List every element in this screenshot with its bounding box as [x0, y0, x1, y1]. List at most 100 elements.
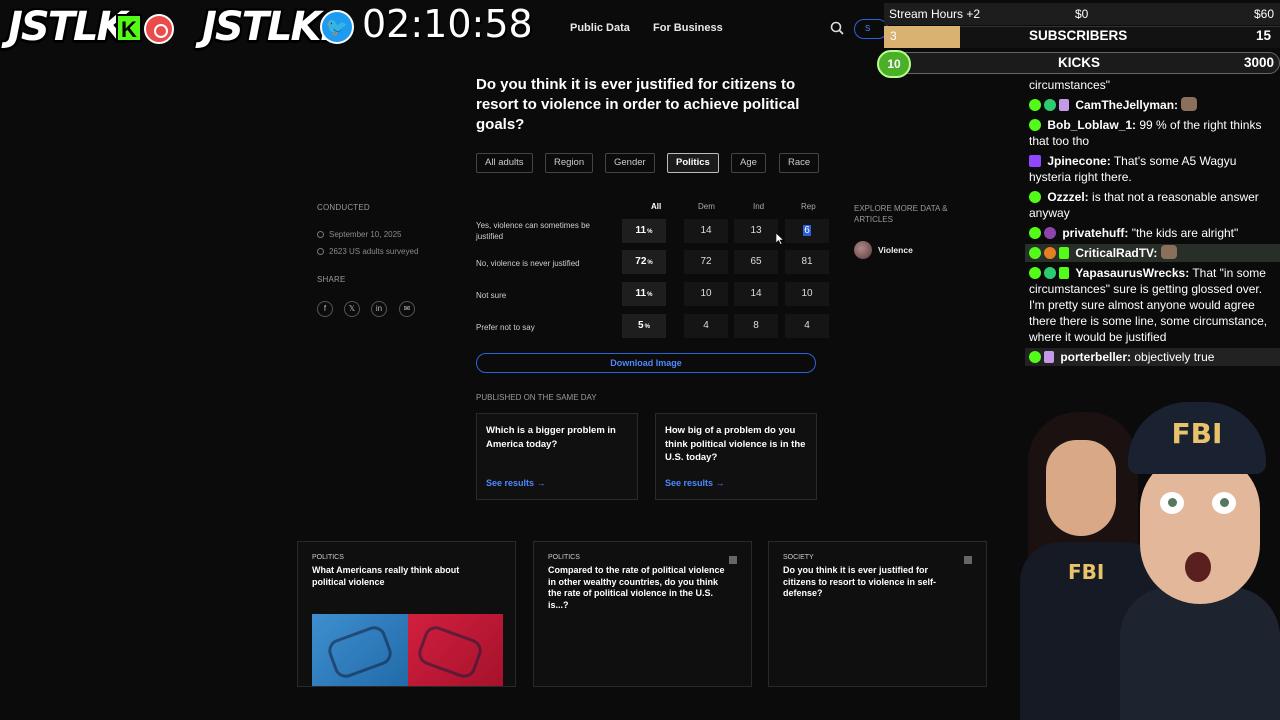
avatar-mouth [1185, 552, 1211, 582]
channel-logo-secondary: JSTLK. [202, 4, 335, 50]
card-title: Which is a bigger problem in America tod… [486, 425, 616, 450]
stream-hours-max: $60 [1254, 7, 1275, 21]
topic-avatar [854, 241, 872, 259]
article-card[interactable]: POLITICS Compared to the rate of politic… [533, 541, 752, 687]
facebook-icon[interactable]: f [317, 301, 333, 317]
nav-for-business[interactable]: For Business [653, 22, 723, 34]
tab-region[interactable]: Region [545, 153, 594, 173]
kicks-goal: 3000 [1244, 55, 1275, 70]
tab-gender[interactable]: Gender [605, 153, 655, 173]
table-cell: 11% [622, 282, 666, 306]
fbi-cap: FBI [1128, 402, 1266, 474]
see-results-link[interactable]: See results → [486, 478, 546, 488]
row-label: Prefer not to say [476, 323, 535, 332]
table-cell: 11% [622, 219, 666, 243]
bookmark-icon[interactable] [964, 556, 972, 564]
table-cell: 10 [684, 282, 728, 306]
gift-icon [1059, 247, 1069, 259]
sameday-label: PUBLISHED ON THE SAME DAY [476, 393, 597, 402]
kicks-label: KICKS [1058, 55, 1101, 70]
kick-icon [1029, 99, 1041, 111]
tab-age[interactable]: Age [731, 153, 766, 173]
chat-message: circumstances" [1029, 78, 1110, 92]
related-card[interactable]: Which is a bigger problem in America tod… [476, 413, 638, 500]
kick-icon: K [116, 14, 142, 42]
article-category: POLITICS [312, 554, 344, 561]
article-title: Compared to the rate of political violen… [548, 565, 725, 610]
table-cell: 14 [734, 282, 778, 306]
row-label: No, violence is never justified [476, 259, 580, 268]
conducted-label: CONDUCTED [317, 203, 370, 212]
table-cell: 8 [734, 314, 778, 338]
table-cell: 81 [785, 250, 829, 274]
chat-message: CamTheJellyman: [1025, 96, 1280, 114]
tab-politics[interactable]: Politics [667, 153, 719, 173]
chat-message: Ozzzel: is that not a reasonable answer … [1029, 190, 1259, 220]
chat-username[interactable]: Bob_Loblaw_1: [1047, 118, 1136, 132]
person-icon [317, 248, 324, 255]
chat-username[interactable]: Jpinecone: [1047, 154, 1110, 168]
topic-tag-violence[interactable]: Violence [854, 240, 913, 260]
vtuber-avatars: FBI FBI [1010, 392, 1280, 720]
chat-username[interactable]: privatehuff: [1062, 226, 1128, 240]
kick-icon [1029, 191, 1041, 203]
record-icon [144, 14, 174, 44]
explore-label: EXPLORE MORE DATA & ARTICLES [854, 204, 948, 224]
stream-hours-label: Stream Hours +2 [889, 7, 981, 21]
user-badge-icon [1044, 267, 1056, 279]
article-card[interactable]: SOCIETY Do you think it is ever justifie… [768, 541, 987, 687]
stream-timer: 02:10:58 [362, 2, 533, 46]
user-badge-icon [1044, 247, 1056, 259]
see-results-link[interactable]: See results → [665, 478, 725, 488]
table-cell: 13 [734, 219, 778, 243]
article-title: What Americans really think about politi… [312, 565, 460, 587]
emote-icon [1181, 97, 1198, 111]
article-title: Do you think it is ever justified for ci… [783, 565, 937, 598]
subscribers-goal: 15 [1256, 28, 1272, 43]
related-card[interactable]: How big of a problem do you think politi… [655, 413, 817, 500]
linkedin-icon[interactable]: in [371, 301, 387, 317]
emote-icon [1160, 245, 1177, 259]
avatar-eye [1212, 492, 1236, 514]
table-cell: 14 [684, 219, 728, 243]
chat-username[interactable]: porterbeller: [1060, 350, 1131, 364]
kick-icon [1029, 351, 1041, 363]
chat-username[interactable]: YapasaurusWrecks: [1075, 266, 1189, 280]
search-icon[interactable] [830, 21, 844, 35]
subscribers-count: 3 [890, 29, 897, 43]
bookmark-icon[interactable] [729, 556, 737, 564]
table-cell: 5% [622, 314, 666, 338]
chat-message: porterbeller: objectively true [1025, 348, 1280, 366]
sign-in-button[interactable]: S [854, 19, 888, 39]
survey-date: September 10, 2025 [329, 230, 402, 239]
avatar-man-body [1120, 587, 1280, 720]
row-label: Not sure [476, 291, 507, 300]
table-cell: 72% [622, 250, 666, 274]
twitter-icon: 🐦 [320, 10, 354, 44]
topic-tag-label: Violence [878, 245, 913, 255]
email-icon[interactable]: ✉ [399, 301, 415, 317]
tab-race[interactable]: Race [779, 153, 820, 173]
kick-icon [1029, 119, 1041, 131]
fbi-jacket-label: FBI [1068, 560, 1105, 584]
share-label: SHARE [317, 275, 346, 284]
table-cell: 72 [684, 250, 728, 274]
download-image-button[interactable]: Download Image [476, 353, 816, 373]
article-card[interactable]: POLITICS What Americans really think abo… [297, 541, 516, 687]
tab-all-adults[interactable]: All adults [476, 153, 533, 173]
chat-message: Jpinecone: That's some A5 Wagyu hysteria… [1029, 154, 1237, 184]
channel-logo: JSTLK [8, 4, 127, 50]
chat-message: YapasaurusWrecks: That "in some circumst… [1029, 266, 1268, 344]
chat-username[interactable]: CamTheJellyman: [1075, 98, 1178, 112]
x-icon[interactable]: 𝕏 [344, 301, 360, 317]
chat-message: privatehuff: "the kids are alright" [1025, 224, 1280, 242]
gift-icon [1059, 267, 1069, 279]
table-cell-selected: 6 [785, 219, 829, 243]
avatar-woman-face [1046, 440, 1116, 536]
chat-username[interactable]: CriticalRadTV: [1075, 246, 1157, 260]
kick-icon [1029, 267, 1041, 279]
chat-username[interactable]: Ozzzel: [1047, 190, 1088, 204]
chat-message: Bob_Loblaw_1: 99 % of the right thinks t… [1029, 118, 1262, 148]
kicks-count: 10 [877, 50, 911, 78]
nav-public-data[interactable]: Public Data [570, 22, 630, 34]
